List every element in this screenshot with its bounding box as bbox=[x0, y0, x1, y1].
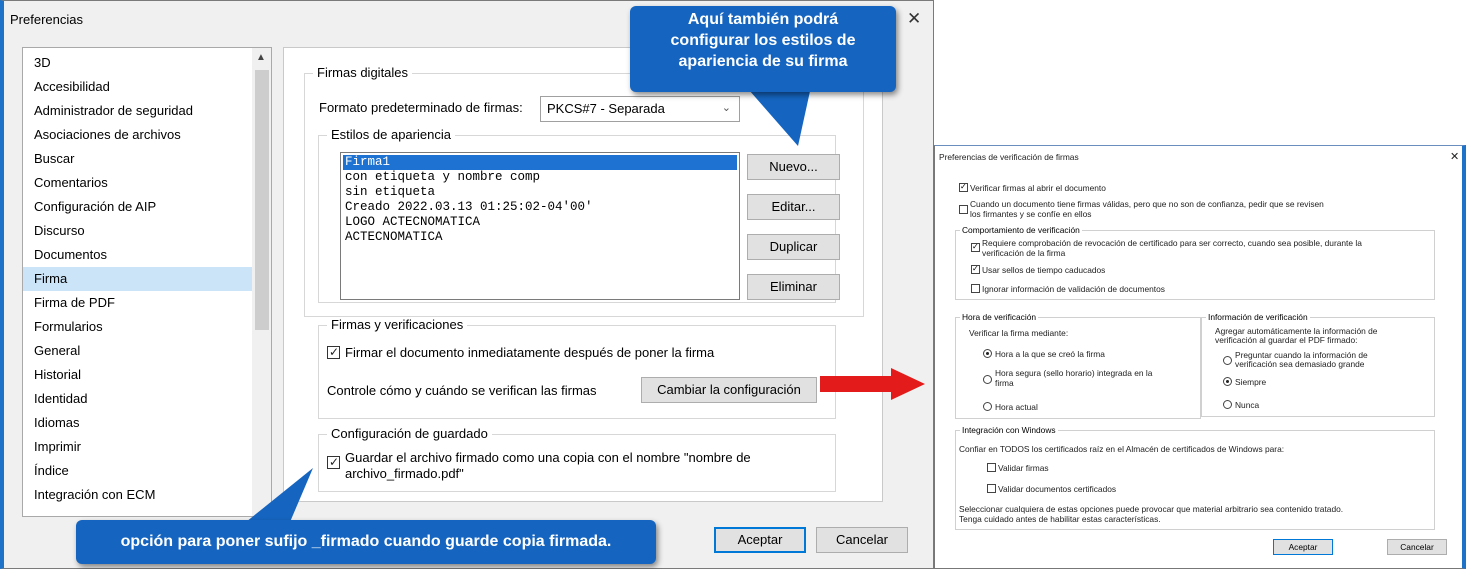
time-secure-label-line2: firma bbox=[995, 378, 1014, 388]
untrusted-review-label-line2: los firmantes y se confíe en ellos bbox=[970, 209, 1092, 219]
revocation-check-label-line2: verificación de la firma bbox=[982, 248, 1066, 258]
untrusted-review-label-line1: Cuando un documento tiene firmas válidas… bbox=[970, 199, 1324, 209]
verification-info-desc-line2: verificación al guardar el PDF firmado: bbox=[1215, 335, 1358, 345]
warning-text-line2: Tenga cuidado antes de habilitar estas c… bbox=[959, 514, 1161, 524]
group-label: Información de verificación bbox=[1206, 312, 1310, 322]
ask-large-info-label-line2: verificación sea demasiado grande bbox=[1235, 359, 1365, 369]
ok-button[interactable]: Aceptar bbox=[1273, 539, 1333, 555]
always-label: Siempre bbox=[1235, 377, 1267, 387]
ignore-validation-checkbox[interactable] bbox=[971, 284, 980, 293]
top-callout-line1: Aquí también podrá bbox=[687, 11, 839, 28]
always-radio[interactable] bbox=[1223, 377, 1232, 386]
verify-using-label: Verificar la firma mediante: bbox=[969, 328, 1069, 338]
time-created-label: Hora a la que se creó la firma bbox=[995, 349, 1105, 359]
verification-preferences-dialog: Preferencias de verificación de firmas ✕… bbox=[934, 145, 1466, 569]
never-radio[interactable] bbox=[1223, 400, 1232, 409]
verify-on-open-checkbox[interactable]: ✓ bbox=[959, 182, 968, 192]
revocation-check-label-line1: Requiere comprobación de revocación de c… bbox=[982, 238, 1362, 248]
bottom-callout: opción para poner sufijo _firmado cuando… bbox=[76, 520, 656, 564]
validate-signatures-checkbox[interactable] bbox=[987, 463, 996, 472]
close-icon[interactable]: ✕ bbox=[1450, 150, 1459, 163]
dialog-title: Preferencias de verificación de firmas bbox=[939, 152, 1079, 162]
time-current-label: Hora actual bbox=[995, 402, 1038, 412]
ask-large-info-radio[interactable] bbox=[1223, 356, 1232, 365]
revocation-check-checkbox[interactable]: ✓ bbox=[971, 242, 980, 252]
trust-windows-certs-label: Confiar en TODOS los certificados raíz e… bbox=[959, 444, 1285, 454]
checkmark-icon: ✓ bbox=[972, 264, 979, 273]
checkmark-icon: ✓ bbox=[972, 242, 979, 251]
cancel-button[interactable]: Cancelar bbox=[1387, 539, 1447, 555]
validate-certified-checkbox[interactable] bbox=[987, 484, 996, 493]
warning-text-line1: Seleccionar cualquiera de estas opciones… bbox=[959, 504, 1344, 514]
time-secure-radio[interactable] bbox=[983, 375, 992, 384]
group-label: Hora de verificación bbox=[960, 312, 1039, 322]
top-callout: Aquí también podrá configurar los estilo… bbox=[630, 6, 896, 92]
red-arrow bbox=[820, 368, 925, 400]
verify-on-open-label: Verificar firmas al abrir el documento bbox=[970, 183, 1106, 193]
ignore-validation-label: Ignorar información de validación de doc… bbox=[982, 284, 1165, 294]
expired-timestamps-checkbox[interactable]: ✓ bbox=[971, 264, 980, 274]
validate-certified-label: Validar documentos certificados bbox=[998, 484, 1117, 494]
time-current-radio[interactable] bbox=[983, 402, 992, 411]
top-callout-line3: apariencia de su firma bbox=[678, 53, 848, 70]
never-label: Nunca bbox=[1235, 400, 1260, 410]
group-label: Comportamiento de verificación bbox=[960, 225, 1082, 235]
validate-signatures-label: Validar firmas bbox=[998, 463, 1049, 473]
group-label: Integración con Windows bbox=[960, 425, 1058, 435]
expired-timestamps-label: Usar sellos de tiempo caducados bbox=[982, 265, 1106, 275]
time-created-radio[interactable] bbox=[983, 349, 992, 358]
bottom-callout-pointer bbox=[246, 468, 313, 522]
time-secure-label-line1: Hora segura (sello horario) integrada en… bbox=[995, 368, 1153, 378]
untrusted-review-checkbox[interactable] bbox=[959, 205, 968, 214]
checkmark-icon: ✓ bbox=[960, 182, 967, 191]
top-callout-line2: configurar los estilos de bbox=[670, 32, 856, 49]
